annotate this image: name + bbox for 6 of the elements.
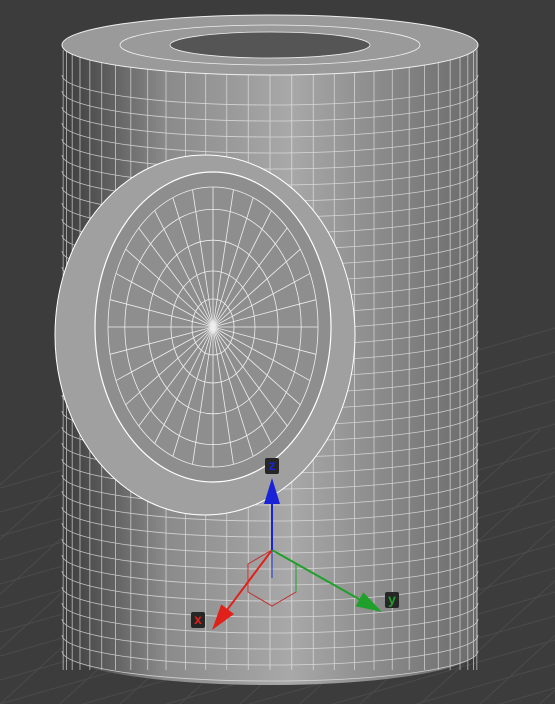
axis-label: y — [385, 591, 399, 608]
axis-label: z — [265, 457, 279, 474]
gizmo-box-drawing — [248, 549, 296, 607]
axis-label: x — [191, 611, 205, 628]
axis-arrow[interactable] — [212, 549, 273, 630]
axis-arrow[interactable] — [264, 478, 280, 550]
